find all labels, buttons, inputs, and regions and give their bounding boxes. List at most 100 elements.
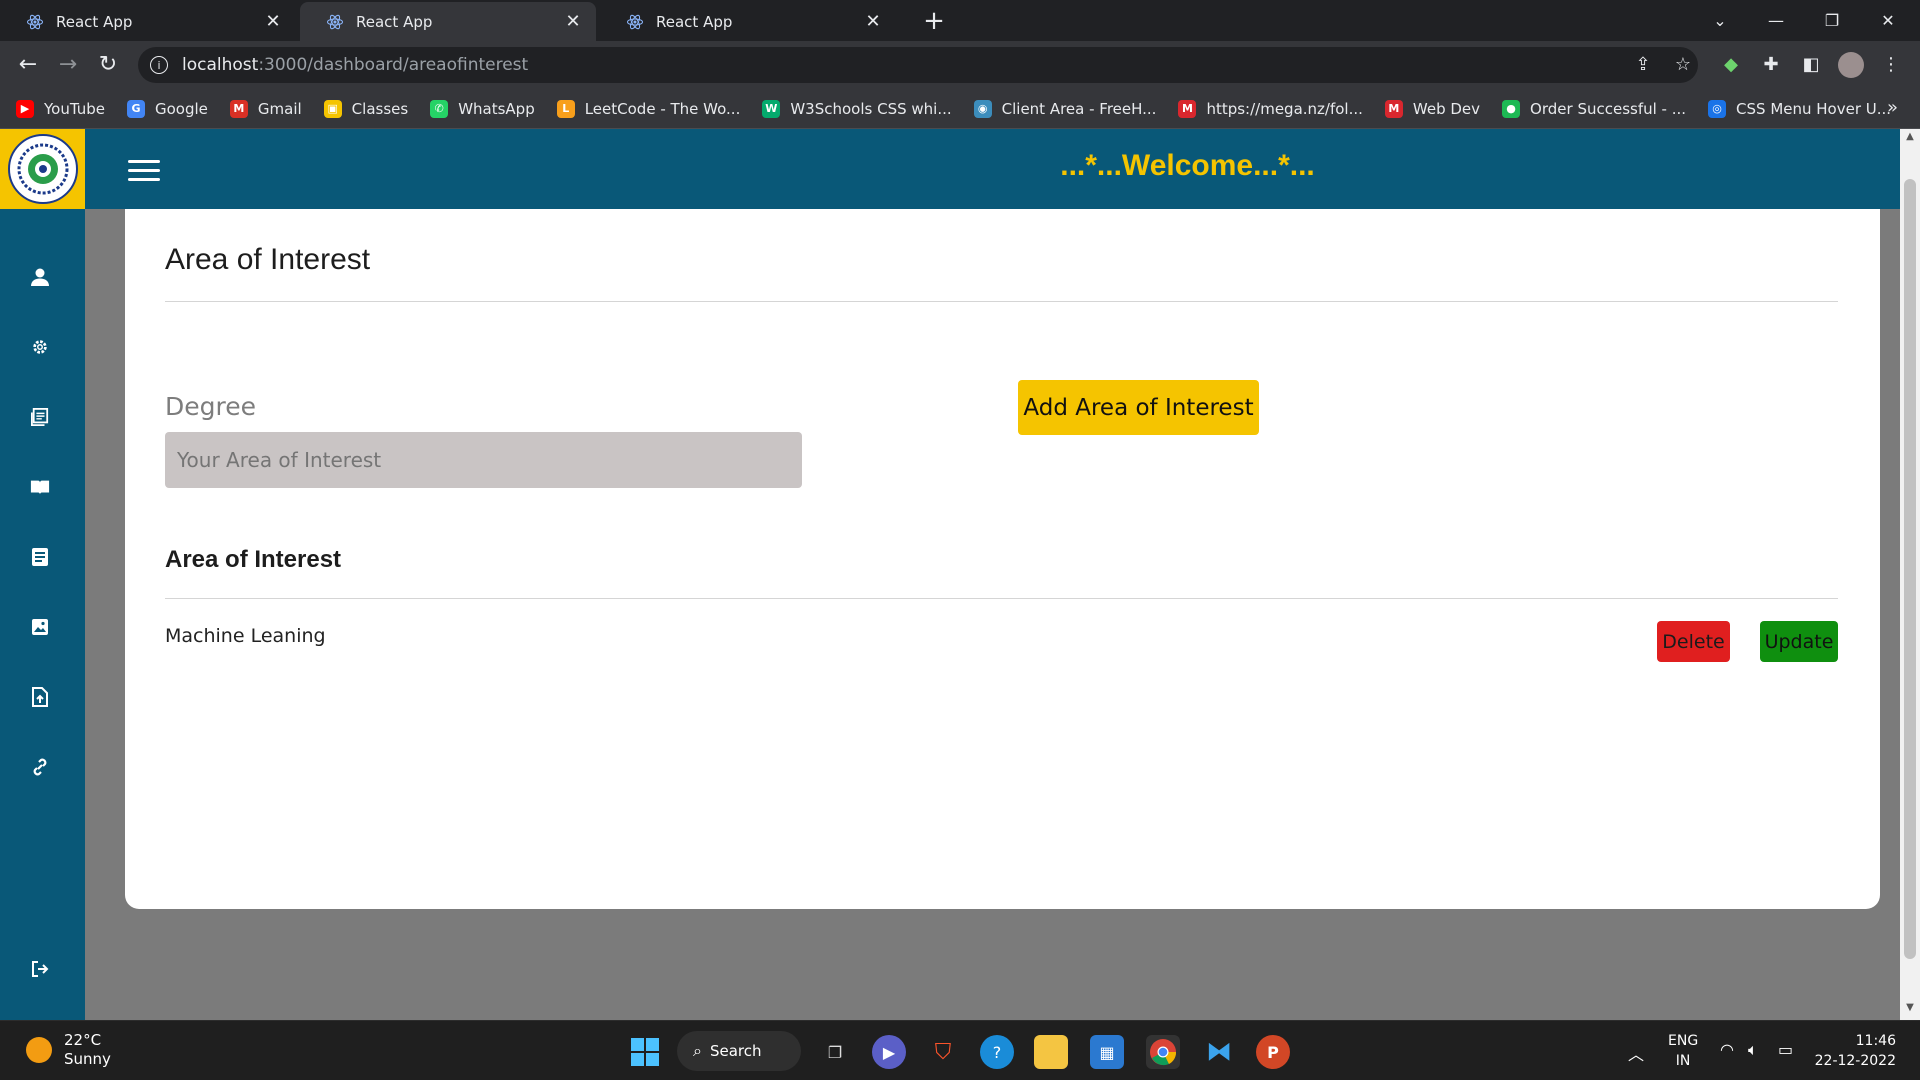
more-menu-icon[interactable]: ⋮: [1878, 52, 1904, 78]
mega-icon: M: [1178, 99, 1197, 118]
bookmark-label: Gmail: [257, 99, 302, 118]
search-label: Search: [709, 1042, 762, 1060]
task-view-icon[interactable]: ❐: [818, 1035, 852, 1069]
browser-tab-active[interactable]: React App ✕: [300, 2, 596, 41]
sidebar-item-logout[interactable]: [26, 955, 54, 983]
browser-tab[interactable]: React App ✕: [0, 2, 296, 41]
bookmark-item[interactable]: ▶ YouTube: [16, 99, 105, 118]
sidebar-item-links[interactable]: [26, 753, 54, 781]
brave-browser-icon[interactable]: ⛉: [926, 1035, 960, 1069]
user-icon: [31, 268, 49, 286]
bookmark-label: WhatsApp: [458, 99, 535, 118]
clock-date: 22-12-2022: [1814, 1053, 1896, 1069]
browser-tab[interactable]: React App ✕: [600, 2, 896, 41]
bookmark-label: https://mega.nz/fol...: [1206, 99, 1363, 118]
bookmark-label: Classes: [351, 99, 409, 118]
tab-search-chevron-icon[interactable]: ⌄: [1692, 0, 1748, 41]
back-icon[interactable]: ←: [14, 51, 42, 79]
sidebar-item-notes[interactable]: [26, 543, 54, 571]
profile-avatar[interactable]: [1838, 52, 1864, 78]
delete-button[interactable]: Delete: [1657, 621, 1730, 662]
bookmark-label: LeetCode - The Wo...: [584, 99, 741, 118]
bookmark-item[interactable]: ◎ CSS Menu Hover U...: [1708, 99, 1891, 118]
react-icon: [26, 13, 44, 31]
forward-icon[interactable]: →: [54, 51, 82, 79]
bookmark-item[interactable]: ● Order Successful - ...: [1502, 99, 1687, 118]
microsoft-store-icon[interactable]: ▦: [1090, 1035, 1124, 1069]
bookmark-item[interactable]: ◉ Client Area - FreeH...: [973, 99, 1156, 118]
page-scrollbar[interactable]: ▲ ▼: [1900, 129, 1920, 1020]
bookmark-item[interactable]: M Web Dev: [1384, 99, 1480, 118]
window-close-icon[interactable]: ✕: [1860, 0, 1916, 41]
sidebar-item-profile[interactable]: [26, 263, 54, 291]
site-info-icon[interactable]: i: [150, 56, 168, 74]
scroll-down-icon[interactable]: ▼: [1900, 1002, 1920, 1018]
bookmarks-bar: ▶ YouTube G Google M Gmail ▣ Classes ✆ WhatsApp L L…: [0, 89, 1920, 129]
bookmark-item[interactable]: L LeetCode - The Wo...: [556, 99, 741, 118]
search-icon: ⌕: [693, 1041, 702, 1060]
weather-desc: Sunny: [64, 1050, 111, 1068]
close-icon[interactable]: ✕: [864, 11, 882, 32]
freehosting-icon: ◉: [973, 99, 992, 118]
reload-icon[interactable]: ↻: [94, 51, 122, 79]
bookmark-item[interactable]: G Google: [127, 99, 208, 118]
close-icon[interactable]: ✕: [564, 11, 582, 32]
url-path: :3000/dashboard/areaofinterest: [258, 55, 529, 75]
bookmark-label: Order Successful - ...: [1530, 99, 1687, 118]
weather-widget[interactable]: 22°C Sunny: [26, 1031, 111, 1069]
bookmark-item[interactable]: W W3Schools CSS whi...: [762, 99, 952, 118]
side-panel-icon[interactable]: ◧: [1798, 52, 1824, 78]
sidebar-item-documents[interactable]: [26, 403, 54, 431]
note-icon: [32, 548, 48, 566]
system-clock[interactable]: 11:46 22-12-2022: [1815, 1031, 1896, 1071]
scroll-up-icon[interactable]: ▲: [1900, 131, 1920, 147]
minimize-icon[interactable]: —: [1748, 0, 1804, 41]
bookmark-label: Google: [155, 99, 208, 118]
vscode-icon[interactable]: ⧓: [1202, 1035, 1236, 1069]
scroll-thumb[interactable]: [1904, 179, 1916, 959]
sidebar-item-gallery[interactable]: [26, 613, 54, 641]
image-icon: [32, 619, 48, 635]
document-list-icon: [31, 408, 49, 426]
area-of-interest-input[interactable]: [165, 432, 802, 488]
url-host: localhost: [182, 55, 259, 75]
restore-icon[interactable]: ❐: [1804, 0, 1860, 41]
taskbar-search[interactable]: ⌕ Search: [677, 1031, 801, 1071]
get-help-icon[interactable]: ?: [980, 1035, 1014, 1069]
app-header: ...*...Welcome...*...: [0, 129, 1900, 209]
sidebar-item-upload[interactable]: [26, 683, 54, 711]
lang-top: ENG: [1668, 1033, 1699, 1049]
wifi-icon[interactable]: ◠: [1720, 1040, 1734, 1059]
extension-icon[interactable]: ◆: [1718, 52, 1744, 78]
chrome-icon[interactable]: [1146, 1035, 1180, 1069]
teams-chat-icon[interactable]: ▶: [872, 1035, 906, 1069]
file-explorer-icon[interactable]: [1034, 1035, 1068, 1069]
volume-icon[interactable]: 🔈︎: [1748, 1040, 1758, 1060]
bookmark-item[interactable]: ✆ WhatsApp: [430, 99, 535, 118]
classes-icon: ▣: [323, 99, 342, 118]
bookmark-star-icon[interactable]: ☆: [1670, 52, 1696, 78]
battery-icon[interactable]: ▭: [1778, 1040, 1793, 1059]
whatsapp-icon: ✆: [430, 99, 449, 118]
puzzle-icon[interactable]: ✚: [1758, 52, 1784, 78]
browser-toolbar: ← → ↻ i localhost:3000/dashboard/areaofi…: [0, 41, 1920, 89]
content-card: Area of Interest Degree Add Area of Inte…: [125, 209, 1880, 909]
close-icon[interactable]: ✕: [264, 11, 282, 32]
add-area-of-interest-button[interactable]: Add Area of Interest: [1018, 380, 1259, 435]
tray-overflow-chevron-icon[interactable]: ︿: [1628, 1041, 1644, 1065]
bookmark-item[interactable]: Mhttps://mega.nz/fol...: [1178, 99, 1363, 118]
language-indicator[interactable]: ENG IN: [1668, 1031, 1698, 1071]
bookmark-item[interactable]: ▣ Classes: [323, 99, 409, 118]
address-bar[interactable]: i localhost:3000/dashboard/areaofinteres…: [138, 47, 1698, 83]
youtube-icon: ▶: [16, 99, 34, 118]
sidebar-item-books[interactable]: [26, 473, 54, 501]
powerpoint-icon[interactable]: P: [1256, 1035, 1290, 1069]
bookmark-item[interactable]: M Gmail: [229, 99, 302, 118]
new-tab-button[interactable]: +: [920, 8, 948, 36]
sidebar-item-settings[interactable]: [26, 333, 54, 361]
bookmarks-overflow-icon[interactable]: »: [1887, 97, 1898, 118]
windows-start-icon[interactable]: [628, 1035, 662, 1069]
share-icon[interactable]: ⇪: [1630, 52, 1656, 78]
update-button[interactable]: Update: [1760, 621, 1838, 662]
degree-label: Degree: [165, 392, 256, 421]
